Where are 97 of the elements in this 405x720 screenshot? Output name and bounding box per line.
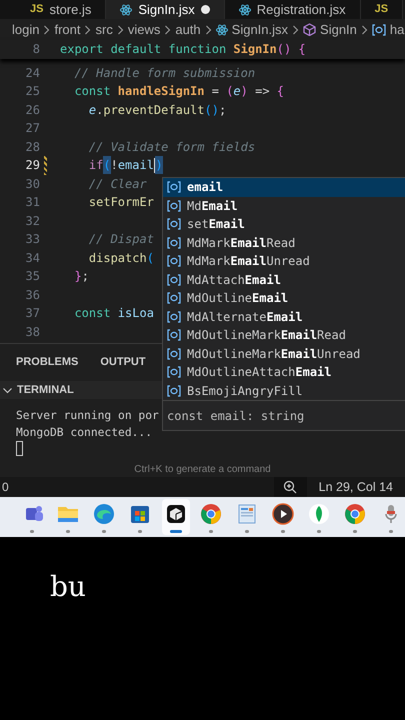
code-line: dispatch(	[88, 250, 154, 267]
chevron-icon	[204, 24, 212, 34]
cursor-position[interactable]: Ln 29, Col 14	[306, 478, 405, 496]
chevron-icon	[164, 24, 172, 34]
editor-tab[interactable]: JS	[360, 0, 404, 19]
panel-tab[interactable]: PROBLEMS	[16, 354, 78, 371]
code-line: // Handle form submission	[73, 64, 256, 82]
suggestion-item[interactable]: BsEmojiAngryFill	[163, 382, 405, 400]
line-number: 28	[24, 138, 40, 156]
suggestion-item[interactable]: MdMarkEmailRead	[163, 234, 405, 252]
code-line: if(!email)	[88, 156, 163, 174]
editor-tab[interactable]: Registration.jsx	[224, 0, 361, 19]
terminal-header[interactable]: TERMINAL	[17, 382, 74, 398]
variable-icon	[167, 181, 181, 194]
line-number: 27	[24, 120, 40, 138]
chevron-icon	[292, 24, 300, 34]
line-number: 25	[24, 83, 40, 100]
leaf-icon	[307, 502, 332, 526]
suggestion-item[interactable]: MdAttachEmail	[163, 270, 405, 289]
atom-icon	[120, 4, 132, 16]
line-number: 35	[24, 268, 40, 286]
breadcrumb-item[interactable]: front	[54, 20, 80, 40]
taskbar-app[interactable]	[162, 499, 190, 535]
variable-icon	[167, 255, 181, 268]
editor-tab[interactable]: JS store.js	[0, 0, 106, 19]
atom-icon	[238, 4, 251, 16]
variable-icon	[167, 366, 181, 378]
variable-icon	[167, 310, 181, 323]
code-line: };	[73, 268, 89, 286]
cube-icon	[303, 23, 316, 36]
swirl-icon	[92, 502, 116, 526]
js-icon: JS	[374, 1, 388, 18]
breadcrumb-item[interactable]: src	[95, 20, 113, 40]
chevron-icon	[84, 24, 92, 34]
status-item[interactable]: 0	[0, 478, 9, 496]
round-icon	[343, 502, 368, 526]
suggestion-item[interactable]: MdAlternateEmail	[163, 308, 405, 326]
play-icon	[271, 502, 296, 526]
code-line: setFormEr	[88, 194, 154, 212]
zoom-button[interactable]	[274, 477, 307, 497]
variable-icon	[167, 200, 181, 212]
breadcrumb-item[interactable]: auth	[175, 20, 201, 40]
line-number: 24	[24, 64, 40, 82]
variable-icon	[167, 329, 181, 342]
terminal-line: Server running on por	[16, 408, 159, 424]
breadcrumb-item[interactable]: views	[128, 20, 160, 40]
code-line: const isLoa	[73, 305, 154, 322]
code-line: e.preventDefault();	[88, 102, 226, 119]
line-number: 29	[24, 157, 40, 174]
line-number: 8	[32, 41, 40, 58]
code-line: // Dispat	[88, 231, 154, 248]
suggestion-item[interactable]: MdEmail	[163, 196, 405, 215]
chevron-icon	[360, 24, 368, 34]
line-number: 37	[24, 305, 40, 322]
variable-icon	[167, 274, 181, 286]
zoom-icon	[283, 480, 298, 494]
panel-tab[interactable]: OUTPUT	[100, 354, 146, 371]
chevron-icon	[43, 24, 50, 34]
code-line: export default function SignIn() {	[60, 41, 306, 58]
variable-icon	[167, 218, 181, 230]
breadcrumb-item[interactable]: SignIn	[320, 20, 357, 40]
suggestion-item[interactable]: MdOutlineMarkEmailRead	[163, 326, 405, 344]
code-line: const handleSignIn = (e) => {	[73, 83, 284, 100]
type-hint: const email: string	[163, 400, 405, 430]
variable-icon	[167, 236, 181, 249]
variable-icon	[167, 348, 181, 360]
suggestion-item[interactable]: setEmail	[163, 215, 405, 234]
line-number: 38	[24, 324, 40, 341]
editor-tab[interactable]: SignIn.jsx	[106, 0, 225, 19]
suggestion-item[interactable]: MdOutlineAttachEmail	[163, 363, 405, 382]
breadcrumb-item[interactable]: ha	[390, 20, 404, 40]
line-number: 32	[24, 212, 40, 230]
variable-icon	[167, 384, 181, 397]
line-number: 31	[24, 194, 40, 212]
suggestion-item[interactable]: MdOutlineEmail	[163, 289, 405, 308]
code-line: // Validate form fields	[88, 138, 256, 156]
variable-icon	[372, 24, 386, 36]
suggestion-item[interactable]: MdMarkEmailUnread	[163, 252, 405, 270]
line-number: 36	[24, 286, 40, 304]
breadcrumb-item[interactable]: SignIn.jsx	[232, 20, 288, 40]
terminal-hint: Ctrl+K to generate a command	[134, 463, 271, 477]
variable-icon	[167, 292, 181, 304]
suggestion-item[interactable]: email	[163, 178, 405, 196]
line-number: 34	[24, 250, 40, 267]
breadcrumb-item[interactable]: login	[12, 20, 40, 40]
round-icon	[199, 502, 224, 526]
code-line: // Clear	[88, 176, 147, 193]
terminal-cursor	[16, 441, 23, 456]
line-number: 26	[24, 102, 40, 119]
atom-icon	[216, 24, 228, 36]
terminal-line: MongoDB connected...	[16, 425, 152, 441]
js-icon: JS	[30, 1, 44, 18]
line-number: 30	[24, 176, 40, 193]
suggestion-item[interactable]: MdOutlineMarkEmailUnread	[163, 344, 405, 363]
caption-text: bu	[50, 570, 86, 603]
line-number: 33	[24, 231, 40, 248]
chevron-icon	[116, 24, 124, 34]
